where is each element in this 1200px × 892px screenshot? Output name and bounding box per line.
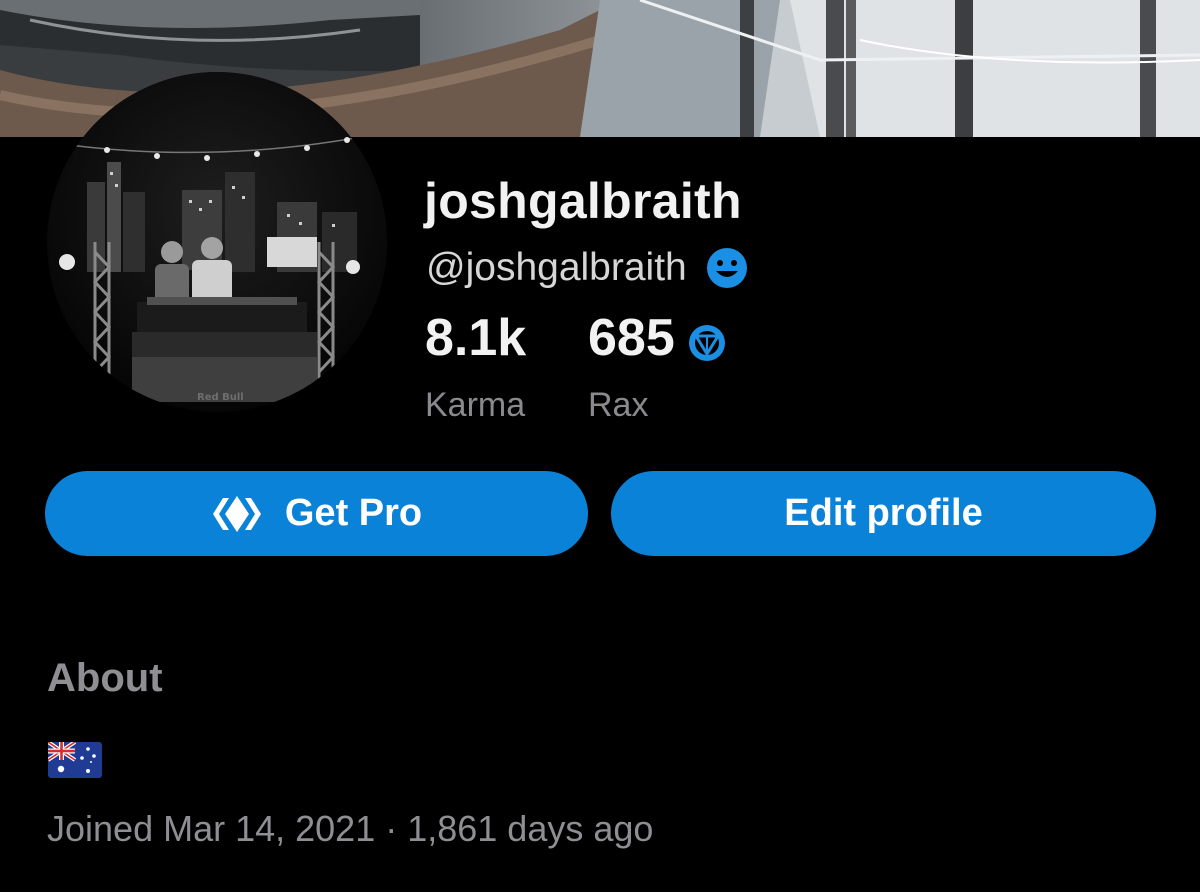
edit-profile-label: Edit profile — [784, 492, 983, 534]
pro-diamond-icon — [211, 494, 263, 534]
rax-value: 685 — [588, 309, 675, 367]
about-heading: About — [47, 656, 163, 700]
joined-date: Joined Mar 14, 2021 · 1,861 days ago — [47, 808, 654, 849]
avatar[interactable]: Red Bull — [47, 72, 387, 412]
rax-icon — [687, 320, 727, 361]
handle: @joshgalbraith — [426, 246, 687, 289]
karma-value: 8.1k — [425, 309, 527, 367]
avatar-logo-text: Red Bull — [197, 392, 244, 403]
rax-label: Rax — [588, 386, 649, 424]
karma-stat[interactable]: 8.1k Karma — [425, 312, 526, 425]
get-pro-label: Get Pro — [284, 492, 423, 534]
australia-flag-icon — [46, 740, 102, 778]
karma-label: Karma — [425, 386, 526, 424]
handle-row: @joshgalbraith — [426, 246, 749, 290]
edit-profile-button[interactable]: Edit profile — [611, 471, 1156, 556]
profile-page: Red Bull joshgalbraith @joshgalbraith 8.… — [0, 0, 1200, 892]
smile-face-icon[interactable] — [705, 246, 749, 290]
display-name: joshgalbraith — [424, 173, 742, 229]
get-pro-button[interactable]: Get Pro — [45, 471, 588, 556]
rax-stat[interactable]: 685 Rax — [588, 312, 727, 425]
